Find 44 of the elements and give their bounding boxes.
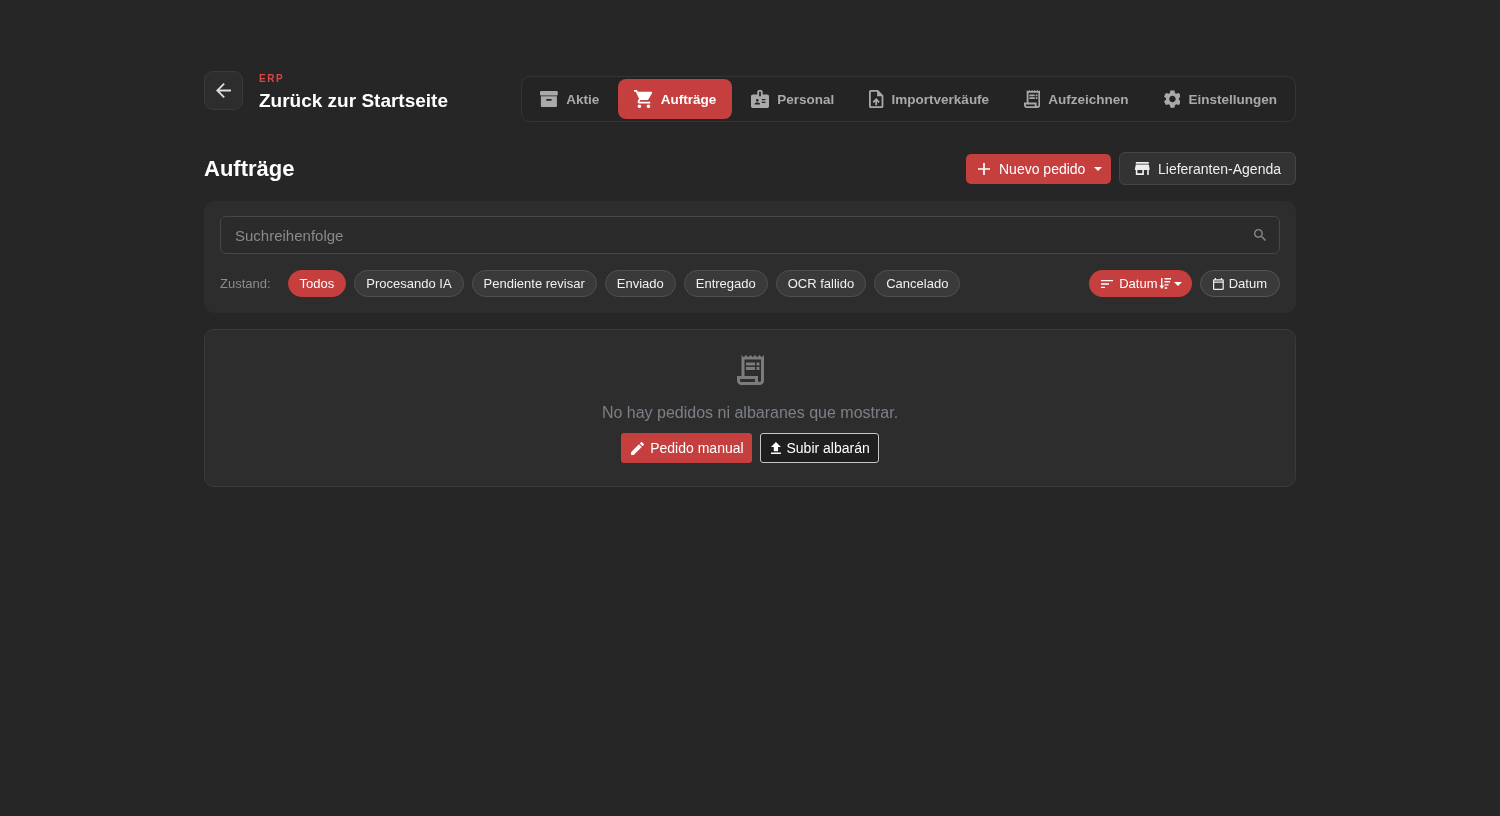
back-arrow-icon — [216, 83, 231, 98]
page-title: Aufträge — [204, 154, 295, 183]
receipt-icon — [1024, 90, 1041, 108]
nav-tab[interactable]: Aufträge — [618, 79, 733, 119]
settings-icon — [1163, 90, 1181, 108]
status-chip[interactable]: Procesando IA — [354, 270, 464, 297]
caret-icon — [1094, 166, 1103, 171]
brand-label: ERP — [259, 73, 285, 85]
status-chip[interactable]: Entregado — [683, 270, 768, 297]
upload-icon — [770, 442, 781, 454]
nav-tab[interactable]: Aktie — [524, 79, 616, 119]
status-chip[interactable]: Cancelado — [874, 270, 961, 297]
supplier-agenda-button[interactable]: Lieferanten-Agenda — [1119, 152, 1296, 185]
status-chip[interactable]: Todos — [287, 270, 347, 297]
status-chip[interactable]: Pendiente revisar — [471, 270, 597, 297]
nav-tab[interactable]: Personal — [735, 79, 851, 119]
sort-descending-icon — [1158, 278, 1171, 289]
back-button[interactable] — [204, 71, 243, 110]
empty-message: No hay pedidos ni albaranes que mostrar. — [601, 403, 899, 423]
receipt-icon — [736, 355, 764, 385]
file-upload-icon — [869, 90, 884, 108]
plus-icon — [978, 162, 990, 175]
new-order-button[interactable]: Nuevo pedido — [966, 153, 1112, 184]
date-filter-button[interactable]: Datum — [1199, 270, 1280, 297]
store-icon — [1135, 162, 1150, 175]
upload-delivery-note-button[interactable]: Subir albarán — [759, 433, 879, 463]
status-filter-label: Zustand: — [220, 276, 271, 291]
sort-dropdown-button[interactable]: Datum — [1089, 270, 1192, 297]
search-icon — [1254, 229, 1266, 241]
search-field[interactable]: Suchreihenfolge — [220, 216, 1280, 254]
cart-icon — [634, 90, 653, 108]
nav-tab[interactable]: Aufzeichnen — [1008, 79, 1145, 119]
sort-icon — [1101, 279, 1114, 288]
pencil-icon — [631, 441, 645, 455]
home-link-title: Zurück zur Startseite — [259, 89, 448, 113]
status-chip[interactable]: OCR fallido — [775, 270, 867, 297]
calendar-icon — [1212, 277, 1224, 290]
caret-icon — [1173, 281, 1182, 286]
id-badge-icon — [751, 90, 770, 108]
nav-tab[interactable]: Importverkäufe — [853, 79, 1006, 119]
manual-order-button[interactable]: Pedido manual — [621, 433, 752, 463]
status-chip[interactable]: Enviado — [604, 270, 676, 297]
archive-box-icon — [540, 91, 559, 107]
nav-tab[interactable]: Einstellungen — [1147, 79, 1293, 119]
